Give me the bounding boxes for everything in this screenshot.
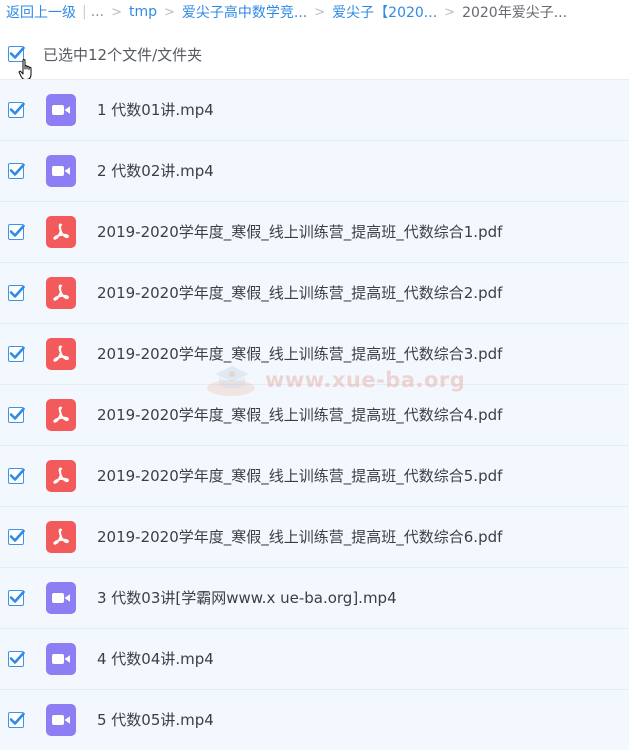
checkmark-icon (9, 712, 25, 725)
file-row[interactable]: 2 代数02讲.mp4 (0, 140, 629, 201)
file-row[interactable]: 3 代数03讲[学霸网www.x ue-ba.org].mp4 (0, 567, 629, 628)
file-name[interactable]: 2019-2020学年度_寒假_线上训练营_提高班_代数综合3.pdf (97, 324, 502, 385)
file-name[interactable]: 2019-2020学年度_寒假_线上训练营_提高班_代数综合4.pdf (97, 385, 502, 446)
file-row[interactable]: 1 代数01讲.mp4 (0, 79, 629, 140)
video-file-icon (46, 94, 76, 126)
video-camera-glyph (52, 166, 70, 176)
checkmark-icon (9, 224, 25, 237)
file-row[interactable]: 2019-2020学年度_寒假_线上训练营_提高班_代数综合6.pdf (0, 506, 629, 567)
checkmark-icon (9, 651, 25, 664)
file-checkbox[interactable] (8, 468, 25, 484)
checkmark-icon (9, 407, 25, 420)
checkmark-icon (9, 346, 25, 359)
video-camera-glyph (52, 105, 70, 115)
chevron-right-icon: > (314, 4, 326, 20)
file-row[interactable]: 2019-2020学年度_寒假_线上训练营_提高班_代数综合5.pdf (0, 445, 629, 506)
video-camera-glyph (52, 593, 70, 603)
file-name[interactable]: 1 代数01讲.mp4 (97, 80, 214, 141)
pdf-file-icon (46, 521, 76, 553)
checkmark-icon (9, 102, 25, 115)
file-checkbox[interactable] (8, 163, 25, 179)
acrobat-glyph (53, 528, 69, 545)
video-file-icon (46, 643, 76, 675)
selection-count-label: 已选中12个文件/文件夹 (43, 45, 203, 64)
file-row[interactable]: 2019-2020学年度_寒假_线上训练营_提高班_代数综合2.pdf (0, 262, 629, 323)
checkmark-icon (9, 590, 25, 603)
file-checkbox[interactable] (8, 712, 25, 728)
file-checkbox[interactable] (8, 651, 25, 667)
chevron-right-icon: > (444, 4, 456, 20)
file-row[interactable]: 5 代数05讲.mp4 (0, 689, 629, 750)
file-checkbox[interactable] (8, 529, 25, 545)
video-file-icon (46, 704, 76, 736)
file-checkbox[interactable] (8, 102, 25, 118)
acrobat-glyph (53, 223, 69, 240)
checkmark-icon (9, 529, 25, 542)
file-name[interactable]: 5 代数05讲.mp4 (97, 690, 214, 751)
file-name[interactable]: 2 代数02讲.mp4 (97, 141, 214, 202)
breadcrumb-ellipsis[interactable]: ... (91, 4, 104, 20)
pdf-file-icon (46, 460, 76, 492)
acrobat-glyph (53, 284, 69, 301)
file-name[interactable]: 3 代数03讲[学霸网www.x ue-ba.org].mp4 (97, 568, 397, 629)
video-file-icon (46, 155, 76, 187)
checkmark-icon (9, 285, 25, 298)
file-name[interactable]: 2019-2020学年度_寒假_线上训练营_提高班_代数综合1.pdf (97, 202, 502, 263)
checkmark-icon (9, 468, 25, 481)
video-camera-glyph (52, 715, 70, 725)
pdf-file-icon (46, 277, 76, 309)
breadcrumb-divider: | (82, 4, 87, 20)
breadcrumb-item-competition[interactable]: 爱尖子高中数学竞... (182, 2, 307, 22)
acrobat-glyph (53, 467, 69, 484)
breadcrumb-current: 2020年爱尖子... (462, 5, 568, 21)
file-name[interactable]: 4 代数04讲.mp4 (97, 629, 214, 690)
video-file-icon (46, 582, 76, 614)
select-all-row: 已选中12个文件/文件夹 (0, 34, 629, 81)
back-link[interactable]: 返回上一级 (6, 2, 76, 22)
file-row[interactable]: 2019-2020学年度_寒假_线上训练营_提高班_代数综合1.pdf (0, 201, 629, 262)
pdf-file-icon (46, 338, 76, 370)
file-checkbox[interactable] (8, 224, 25, 240)
acrobat-glyph (53, 345, 69, 362)
file-name[interactable]: 2019-2020学年度_寒假_线上训练营_提高班_代数综合2.pdf (97, 263, 502, 324)
file-row[interactable]: 4 代数04讲.mp4 (0, 628, 629, 689)
acrobat-glyph (53, 406, 69, 423)
breadcrumb-item-tmp[interactable]: tmp (129, 4, 157, 20)
chevron-right-icon: > (164, 4, 175, 20)
video-camera-glyph (52, 654, 70, 664)
checkmark-icon (9, 163, 25, 176)
file-row[interactable]: 2019-2020学年度_寒假_线上训练营_提高班_代数综合3.pdf (0, 323, 629, 384)
file-checkbox[interactable] (8, 407, 25, 423)
file-checkbox[interactable] (8, 346, 25, 362)
pdf-file-icon (46, 399, 76, 431)
file-name[interactable]: 2019-2020学年度_寒假_线上训练营_提高班_代数综合6.pdf (97, 507, 502, 568)
file-checkbox[interactable] (8, 590, 25, 606)
pdf-file-icon (46, 216, 76, 248)
file-checkbox[interactable] (8, 285, 25, 301)
file-row[interactable]: 2019-2020学年度_寒假_线上训练营_提高班_代数综合4.pdf (0, 384, 629, 445)
file-list: 1 代数01讲.mp4 2 代数02讲.mp4 2019-2020学年度_寒假_线上… (0, 79, 629, 750)
file-name[interactable]: 2019-2020学年度_寒假_线上训练营_提高班_代数综合5.pdf (97, 446, 502, 507)
chevron-right-icon: > (111, 4, 122, 20)
file-browser: 返回上一级 | ... > tmp > 爱尖子高中数学竞... > 爱尖子【20… (0, 0, 629, 754)
breadcrumb: 返回上一级 | ... > tmp > 爱尖子高中数学竞... > 爱尖子【20… (6, 0, 629, 24)
breadcrumb-item-2020[interactable]: 爱尖子【2020... (332, 2, 437, 22)
